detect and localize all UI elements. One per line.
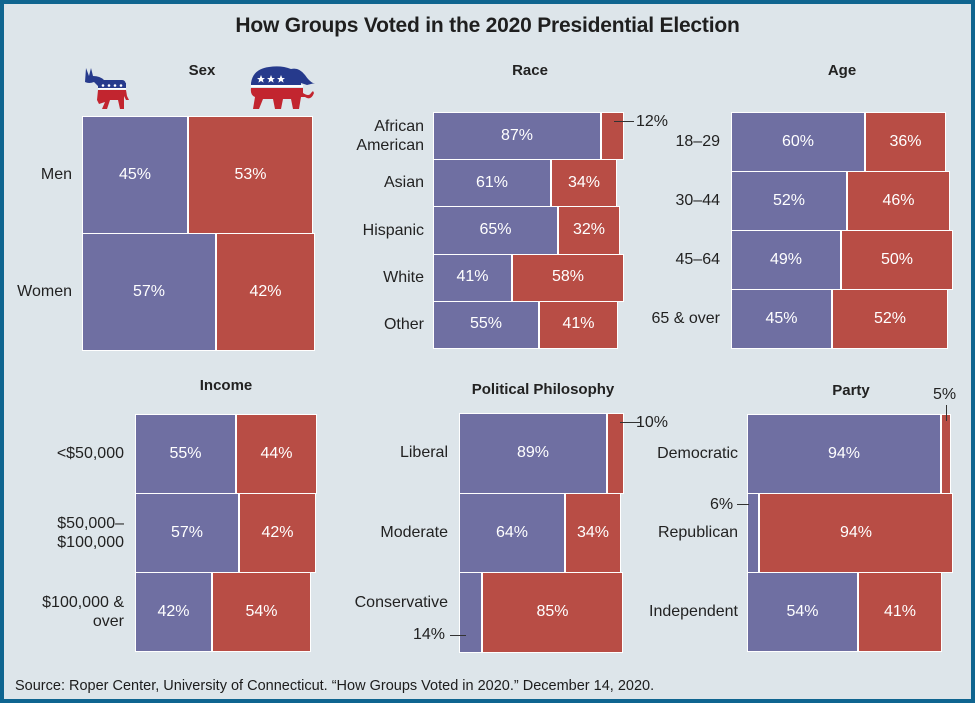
- row-label: $50,000– $100,000: [57, 514, 124, 551]
- value-label-rep: 46%: [882, 191, 915, 209]
- row-label: 18–29: [675, 133, 721, 150]
- value-label-dem: 54%: [786, 602, 819, 620]
- row-label: Independent: [649, 603, 738, 620]
- panel-title-age: Age: [827, 62, 857, 79]
- chart-title: How Groups Voted in the 2020 Presidentia…: [235, 14, 740, 37]
- row-label: $100,000 & over: [42, 593, 124, 630]
- callout-leader-line: [946, 405, 947, 421]
- value-callout-rep: 5%: [933, 386, 957, 403]
- row-label: Democratic: [657, 445, 738, 462]
- value-label-dem: 61%: [475, 173, 509, 191]
- value-label-dem: 49%: [769, 250, 803, 268]
- value-label-dem: 57%: [170, 523, 204, 541]
- value-label-dem: 60%: [781, 132, 815, 150]
- value-label-dem: 57%: [132, 282, 166, 300]
- panel-title-race: Race: [512, 62, 548, 79]
- row-label: Men: [40, 166, 72, 183]
- callout-leader-line: [450, 635, 466, 637]
- callout-leader-line: [614, 121, 634, 122]
- value-label-dem: 45%: [118, 165, 152, 183]
- panel-title-political-philosophy: Political Philosophy: [471, 381, 615, 398]
- value-label-dem: 52%: [772, 191, 806, 209]
- row-label: Hispanic: [362, 221, 424, 239]
- value-label-rep: 41%: [883, 602, 917, 620]
- value-callout-rep: 12%: [636, 113, 669, 130]
- bar-dem-party-republican: [747, 493, 759, 573]
- row-label: Moderate: [380, 524, 448, 542]
- source-citation: Source: Roper Center, University of Conn…: [15, 678, 655, 694]
- row-label: 45–64: [675, 251, 721, 268]
- value-label-rep: 52%: [873, 309, 907, 327]
- value-label-rep: 50%: [880, 250, 914, 268]
- value-label-rep: 34%: [567, 173, 601, 191]
- callout-leader-line: [620, 422, 640, 423]
- value-label-dem: 41%: [456, 268, 489, 286]
- bar-dem-political-philosophy-conservative: [459, 572, 482, 654]
- callout-leader-line: [737, 504, 749, 505]
- value-label-dem: 94%: [827, 444, 861, 462]
- bar-rep-party-democratic: [941, 414, 951, 494]
- value-callout-rep: 10%: [636, 414, 669, 431]
- value-callout-dem: 6%: [710, 496, 734, 513]
- value-label-rep: 32%: [572, 221, 606, 238]
- value-label-rep: 58%: [551, 268, 585, 286]
- value-label-dem: 65%: [479, 221, 512, 238]
- value-label-rep: 36%: [889, 132, 922, 150]
- row-label: Women: [17, 283, 72, 300]
- panel-title-income: Income: [199, 377, 253, 394]
- row-label: Other: [383, 315, 424, 333]
- row-label: 65 & over: [651, 310, 720, 327]
- row-label: 30–44: [675, 192, 721, 209]
- row-label: Asian: [383, 174, 424, 192]
- row-label: Liberal: [399, 444, 448, 462]
- value-callout-dem: 14%: [413, 626, 446, 644]
- value-label-dem: 45%: [765, 309, 798, 327]
- value-label-dem: 55%: [169, 444, 202, 462]
- row-label: Conservative: [354, 593, 448, 611]
- row-label: African American: [356, 117, 424, 154]
- panel-title-sex: Sex: [188, 62, 216, 79]
- value-label-rep: 94%: [839, 523, 873, 541]
- value-label-dem: 42%: [157, 602, 190, 620]
- row-label: White: [383, 268, 424, 286]
- row-label: Republican: [657, 524, 738, 541]
- row-label: <$50,000: [56, 445, 124, 462]
